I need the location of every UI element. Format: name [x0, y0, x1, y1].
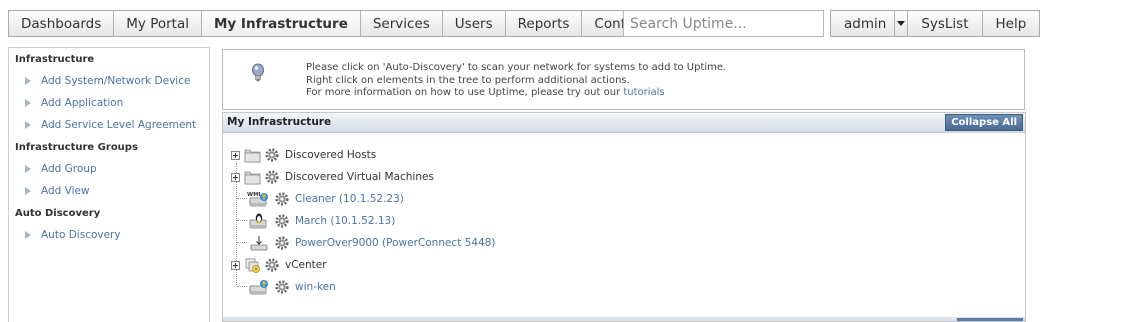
sidebar-link-auto-discovery[interactable]: Auto Discovery [9, 224, 209, 246]
triangle-right-icon [25, 77, 31, 85]
tree-node-powerover9000[interactable]: PowerOver9000 (PowerConnect 5448) [247, 232, 495, 254]
sidebar-link-label: Auto Discovery [41, 229, 121, 241]
sidebar-link-label: Add System/Network Device [41, 75, 191, 87]
admin-menu[interactable]: admin [831, 11, 894, 36]
tree-node-label[interactable]: PowerOver9000 (PowerConnect 5448) [295, 237, 495, 249]
sidebar: Infrastructure Add System/Network Device… [8, 47, 210, 322]
panel-title: My Infrastructure [227, 116, 332, 128]
triangle-right-icon [25, 99, 31, 107]
admin-dropdown-arrow[interactable] [894, 11, 909, 36]
user-nav: admin SysList Help [830, 10, 1041, 37]
tree-node-march[interactable]: March (10.1.52.13) [247, 210, 395, 232]
vcenter-icon [245, 258, 260, 273]
expand-icon[interactable] [231, 150, 240, 160]
triangle-right-icon [25, 121, 31, 129]
expand-icon[interactable] [231, 172, 240, 182]
sidebar-link-label: Add Application [41, 97, 124, 109]
sidebar-link-label: Add Group [41, 163, 97, 175]
tree-node-discovered-vms[interactable]: Discovered Virtual Machines [231, 166, 434, 188]
sidebar-heading-auto-discovery: Auto Discovery [15, 207, 101, 219]
nav-users[interactable]: Users [443, 11, 506, 36]
collapse-all-button[interactable]: Collapse All [945, 114, 1023, 131]
tree-node-win-ken[interactable]: win-ken [247, 276, 336, 298]
gear-icon[interactable] [265, 258, 279, 272]
tree-node-label[interactable]: Cleaner (10.1.52.23) [295, 193, 404, 205]
gear-icon[interactable] [275, 280, 289, 294]
sidebar-heading-infrastructure: Infrastructure [15, 53, 95, 65]
nav-help[interactable]: Help [983, 11, 1040, 36]
tree-node-label[interactable]: Discovered Hosts [285, 149, 376, 161]
windows-server-icon [249, 280, 268, 295]
tree-node-discovered-hosts[interactable]: Discovered Hosts [231, 144, 376, 166]
sidebar-link-add-group[interactable]: Add Group [9, 158, 209, 180]
info-text: Please click on 'Auto-Discovery' to scan… [306, 62, 726, 100]
nav-dashboards[interactable]: Dashboards [9, 11, 115, 36]
lightbulb-icon [252, 63, 264, 82]
sidebar-link-add-application[interactable]: Add Application [9, 92, 209, 114]
info-line-3: For more information on how to use Uptim… [306, 87, 726, 100]
triangle-right-icon [25, 231, 31, 239]
folder-icon [244, 149, 261, 163]
tree-node-vcenter[interactable]: vCenter [231, 254, 327, 276]
gear-icon[interactable] [275, 236, 289, 250]
tree-node-label[interactable]: win-ken [295, 281, 336, 293]
gear-icon[interactable] [265, 148, 279, 162]
tree-connector-branch [237, 220, 247, 221]
linux-server-icon [249, 213, 267, 229]
nav-my-infrastructure[interactable]: My Infrastructure [202, 11, 361, 36]
tree-connector-branch [237, 242, 247, 243]
tree-node-label[interactable]: March (10.1.52.13) [295, 215, 395, 227]
info-box: Please click on 'Auto-Discovery' to scan… [222, 49, 1025, 110]
expand-icon[interactable] [231, 260, 240, 270]
nav-my-portal[interactable]: My Portal [114, 11, 202, 36]
tree-node-label[interactable]: Discovered Virtual Machines [285, 171, 434, 183]
nav-syslist[interactable]: SysList [908, 11, 983, 36]
infrastructure-panel: My Infrastructure Collapse All Discovere… [222, 112, 1026, 322]
info-line-2: Right click on elements in the tree to p… [306, 74, 630, 86]
sidebar-link-label: Add View [41, 185, 90, 197]
panel-footer-button[interactable] [957, 318, 1023, 321]
tree-node-cleaner[interactable]: WMI Cleaner (10.1.52.23) [247, 188, 404, 210]
folder-icon [244, 171, 261, 185]
sidebar-heading-infrastructure-groups: Infrastructure Groups [15, 141, 138, 153]
triangle-right-icon [25, 187, 31, 195]
sidebar-link-label: Add Service Level Agreement [41, 119, 197, 131]
search-input[interactable] [623, 10, 824, 37]
nav-reports[interactable]: Reports [506, 11, 583, 36]
sidebar-link-add-view[interactable]: Add View [9, 180, 209, 202]
panel-header: My Infrastructure Collapse All [223, 113, 1025, 133]
chevron-down-icon [897, 21, 906, 26]
tree-connector-branch [237, 286, 247, 287]
nav-services[interactable]: Services [361, 11, 443, 36]
sidebar-link-add-sla[interactable]: Add Service Level Agreement [9, 114, 209, 136]
triangle-right-icon [25, 165, 31, 173]
tree-node-label[interactable]: vCenter [285, 259, 327, 271]
gear-icon[interactable] [275, 192, 289, 206]
network-device-icon [250, 236, 268, 251]
tree-connector-branch [237, 198, 247, 199]
info-line-1: Please click on 'Auto-Discovery' to scan… [306, 62, 727, 73]
panel-footer [223, 317, 1025, 321]
svg-text:WMI: WMI [247, 192, 261, 198]
gear-icon[interactable] [265, 170, 279, 184]
tutorials-link[interactable]: tutorials [623, 87, 664, 98]
info-line-3-text: For more information on how to use Uptim… [306, 87, 624, 99]
gear-icon[interactable] [275, 214, 289, 228]
main-nav: Dashboards My Portal My Infrastructure S… [8, 10, 651, 37]
sidebar-link-add-system[interactable]: Add System/Network Device [9, 70, 209, 92]
wmi-server-icon: WMI [247, 192, 268, 207]
